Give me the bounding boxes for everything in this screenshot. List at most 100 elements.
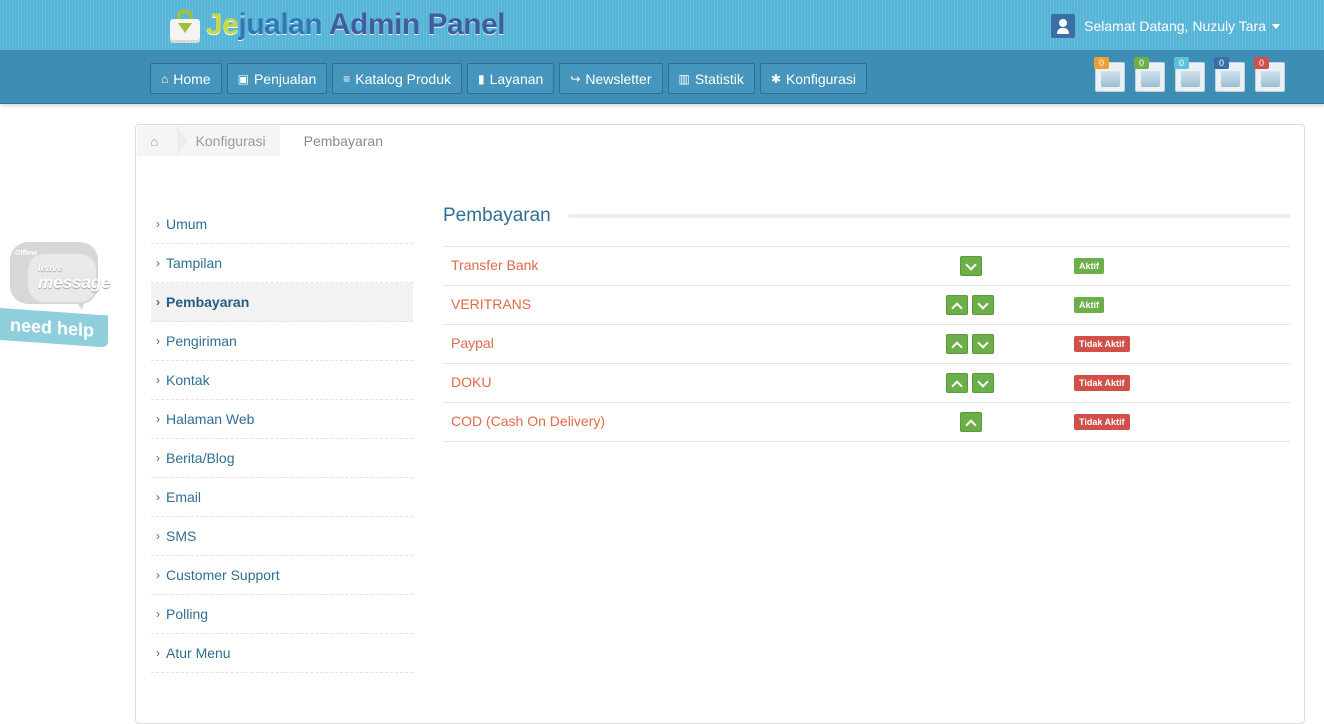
- payment-method-link[interactable]: Paypal: [451, 335, 494, 351]
- notification-count-badge: 0: [1214, 57, 1229, 69]
- move-up-button[interactable]: [946, 295, 968, 315]
- home-icon: ⌂: [150, 133, 159, 149]
- table-row: DOKU Tidak Aktif: [443, 364, 1290, 403]
- reorder-controls: [960, 412, 986, 432]
- table-row: COD (Cash On Delivery) Tidak Aktif: [443, 403, 1290, 442]
- move-up-button[interactable]: [946, 373, 968, 393]
- sidebar-item-kontak[interactable]: › Kontak: [151, 361, 413, 400]
- share-icon: ↪: [570, 71, 581, 86]
- chevron-right-icon: ›: [156, 412, 160, 426]
- payment-method-link[interactable]: Transfer Bank: [451, 257, 538, 273]
- sidebar-item-label: Berita/Blog: [166, 450, 235, 466]
- move-down-button[interactable]: [972, 373, 994, 393]
- notification-count-badge: 0: [1174, 57, 1189, 69]
- caret-down-icon[interactable]: [1272, 23, 1280, 29]
- chevron-right-icon: ›: [156, 217, 160, 231]
- logo-part3: Admin Panel: [328, 8, 506, 41]
- chevron-right-icon: ›: [156, 568, 160, 582]
- bar-chart-icon: ▥: [678, 71, 690, 86]
- main-navbar: ⌂ Home ▣ Penjualan ≡ Katalog Produk ▮ Layanan ↪ N…: [0, 50, 1324, 104]
- move-down-button[interactable]: [972, 295, 994, 315]
- status-badge[interactable]: Tidak Aktif: [1074, 375, 1130, 391]
- alert-cart-icon[interactable]: 0: [1134, 57, 1165, 92]
- nav-layanan-button[interactable]: ▮ Layanan: [466, 63, 555, 94]
- payment-method-link[interactable]: DOKU: [451, 374, 491, 390]
- page-title: Pembayaran: [443, 205, 551, 226]
- order-icon[interactable]: 0: [1094, 57, 1125, 92]
- nav-label: Konfigurasi: [785, 70, 856, 87]
- reorder-controls: [960, 256, 986, 276]
- table-row: Transfer Bank Aktif: [443, 247, 1290, 286]
- nav-label: Penjualan: [253, 70, 317, 87]
- nav-menu: ⌂ Home ▣ Penjualan ≡ Katalog Produk ▮ Layanan ↪ N…: [150, 63, 872, 94]
- nav-home-button[interactable]: ⌂ Home: [150, 63, 222, 94]
- user-greeting[interactable]: Selamat Datang, Nuzuly Tara: [1084, 18, 1266, 34]
- chevron-right-icon: ›: [156, 451, 160, 465]
- notification-count-badge: 0: [1094, 57, 1109, 69]
- customer-icon[interactable]: 0: [1214, 57, 1245, 92]
- sidebar-item-sms[interactable]: › SMS: [151, 517, 413, 556]
- top-header: Jejualan Admin Panel Selamat Datang, Nuz…: [0, 0, 1324, 50]
- nav-penjualan-button[interactable]: ▣ Penjualan: [226, 63, 328, 94]
- sidebar-item-tampilan[interactable]: › Tampilan: [151, 244, 413, 283]
- main-panel: Pembayaran Transfer Bank Aktif VERITRANS Ak…: [443, 205, 1290, 442]
- chevron-right-icon: ›: [156, 607, 160, 621]
- shopping-bag-icon: [168, 7, 202, 43]
- sidebar-item-polling[interactable]: › Polling: [151, 595, 413, 634]
- sidebar-item-pembayaran[interactable]: › Pembayaran: [151, 283, 413, 322]
- content-card: ⌂ Konfigurasi Pembayaran › Umum › Tampilan ›…: [135, 124, 1305, 724]
- move-up-button[interactable]: [946, 334, 968, 354]
- nav-statistik-button[interactable]: ▥ Statistik: [667, 63, 755, 94]
- message-icon[interactable]: 0: [1254, 57, 1285, 92]
- message-label: message: [38, 273, 111, 292]
- status-badge[interactable]: Tidak Aktif: [1074, 336, 1130, 352]
- logo-part1: Je: [206, 8, 239, 41]
- sidebar-item-label: Email: [166, 489, 202, 505]
- need-help-button[interactable]: need help ?: [0, 308, 108, 367]
- payment-method-link[interactable]: COD (Cash On Delivery): [451, 413, 605, 429]
- notification-count-badge: 0: [1254, 57, 1269, 69]
- sidebar-item-label: Halaman Web: [166, 411, 255, 427]
- nav-katalog-produk-button[interactable]: ≡ Katalog Produk: [332, 63, 462, 94]
- notification-count-badge: 0: [1134, 57, 1149, 69]
- sidebar-item-umum[interactable]: › Umum: [151, 205, 413, 244]
- reorder-controls: [946, 334, 998, 354]
- breadcrumb: ⌂ Konfigurasi Pembayaran: [137, 126, 397, 156]
- leave-message-widget[interactable]: Offline leave message need help ?: [0, 240, 111, 367]
- move-down-button[interactable]: [972, 334, 994, 354]
- nav-newsletter-button[interactable]: ↪ Newsletter: [559, 63, 663, 94]
- breadcrumb-home[interactable]: ⌂: [137, 126, 172, 156]
- sidebar-item-customer-support[interactable]: › Customer Support: [151, 556, 413, 595]
- title-divider: [568, 214, 1290, 218]
- chevron-right-icon: ›: [156, 373, 160, 387]
- sidebar-item-label: Umum: [166, 216, 208, 232]
- move-down-button[interactable]: [960, 256, 982, 276]
- status-badge[interactable]: Tidak Aktif: [1074, 414, 1130, 430]
- nav-konfigurasi-button[interactable]: ✱ Konfigurasi: [759, 63, 867, 94]
- user-menu[interactable]: Selamat Datang, Nuzuly Tara: [1051, 14, 1280, 38]
- bookmark-icon: ▮: [477, 71, 485, 86]
- status-badge[interactable]: Aktif: [1074, 297, 1104, 313]
- settings-sidebar: › Umum › Tampilan › Pembayaran › Pengiriman › Kon…: [151, 205, 413, 673]
- payment-method-link[interactable]: VERITRANS: [451, 296, 531, 312]
- offline-label: Offline: [15, 250, 38, 257]
- sidebar-item-pengiriman[interactable]: › Pengiriman: [151, 322, 413, 361]
- move-up-button[interactable]: [960, 412, 982, 432]
- reorder-controls: [946, 295, 998, 315]
- sidebar-item-label: Polling: [166, 606, 209, 622]
- status-badge[interactable]: Aktif: [1074, 258, 1104, 274]
- basket-icon[interactable]: 0: [1174, 57, 1205, 92]
- sidebar-item-halaman-web[interactable]: › Halaman Web: [151, 400, 413, 439]
- logo-part2: jualan: [238, 8, 323, 41]
- sidebar-item-label: Atur Menu: [166, 645, 231, 661]
- nav-label: Statistik: [694, 70, 744, 87]
- chevron-right-icon: ›: [156, 529, 160, 543]
- section-header: Pembayaran: [443, 205, 1290, 227]
- chevron-right-icon: ›: [156, 646, 160, 660]
- logo[interactable]: Jejualan Admin Panel: [168, 6, 506, 44]
- breadcrumb-item-konfigurasi[interactable]: Konfigurasi: [172, 126, 280, 156]
- sidebar-item-berita-blog[interactable]: › Berita/Blog: [151, 439, 413, 478]
- sidebar-item-email[interactable]: › Email: [151, 478, 413, 517]
- sidebar-item-label: Customer Support: [166, 567, 280, 583]
- sidebar-item-atur-menu[interactable]: › Atur Menu: [151, 634, 413, 673]
